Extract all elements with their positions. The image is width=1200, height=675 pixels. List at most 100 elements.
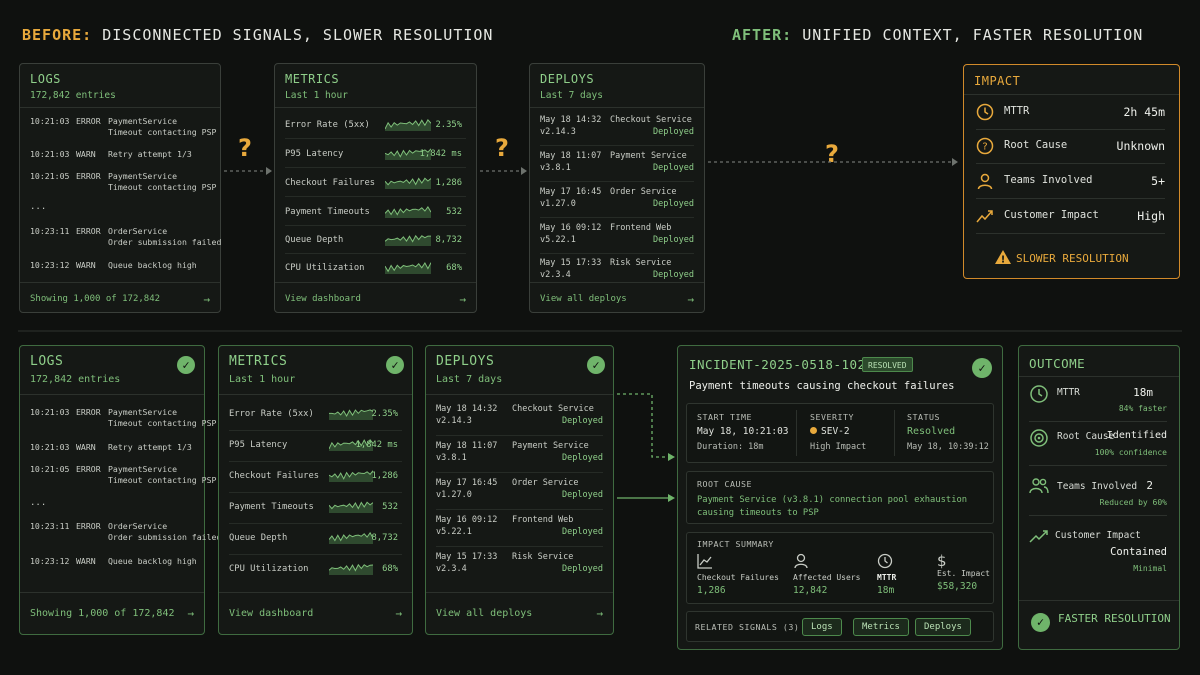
panel-subtitle: Last 7 days bbox=[540, 90, 603, 101]
outcome-row-customer: Customer Impact Contained Minimal bbox=[1029, 516, 1167, 588]
related-signal-deploys[interactable]: Deploys bbox=[915, 618, 971, 636]
incident-id: INCIDENT-2025-0518-1021 bbox=[689, 357, 874, 372]
deploy-row[interactable]: May 17 16:45 v1.27.0 Order Service Deployed bbox=[436, 473, 603, 510]
related-signals-label: RELATED SIGNALS (3) bbox=[695, 622, 800, 632]
related-signal-metrics[interactable]: Metrics bbox=[853, 618, 909, 636]
deploy-row[interactable]: May 17 16:45 v1.27.0 Order Service Deployed bbox=[540, 182, 694, 218]
metric-row[interactable]: CPU Utilization 68% bbox=[285, 254, 466, 282]
question-mark-icon: ? bbox=[825, 140, 839, 168]
arrow-right-icon: → bbox=[596, 607, 603, 620]
metric-row[interactable]: Queue Depth 8,732 bbox=[285, 226, 466, 254]
log-entry[interactable]: 10:23:11 ERROR OrderService Order submissio… bbox=[30, 521, 221, 543]
question-circle-icon: ? bbox=[976, 137, 994, 155]
sparkline bbox=[385, 205, 431, 218]
logs-panel-before: LOGS 172,842 entries 10:21:03 ERROR Paymen… bbox=[19, 63, 221, 313]
severity-desc: High Impact bbox=[810, 442, 867, 452]
log-entry[interactable]: 10:23:12 WARN Queue backlog high bbox=[30, 556, 198, 567]
impact-item: $ Est. Impact $58,320 bbox=[937, 553, 995, 592]
logs-footer-link[interactable]: Showing 1,000 of 172,842 → bbox=[30, 293, 210, 306]
incident-details-box: START TIME May 18, 10:21:03 Duration: 18… bbox=[686, 403, 994, 463]
duration: Duration: 18m bbox=[697, 442, 764, 452]
clock-icon bbox=[976, 103, 994, 121]
panel-title: DEPLOYS bbox=[540, 72, 595, 86]
log-entry[interactable]: 10:23:11 ERROR OrderService Order submissio… bbox=[30, 226, 221, 248]
impact-footer: ! SLOWER RESOLUTION bbox=[994, 249, 1129, 266]
deploy-row[interactable]: May 15 17:33 v2.3.4 Risk Service Deployed bbox=[540, 253, 694, 289]
panel-subtitle: Last 1 hour bbox=[229, 374, 296, 385]
severity-value: SEV-2 bbox=[810, 426, 850, 437]
metric-row[interactable]: Queue Depth 8,732 bbox=[229, 524, 402, 555]
log-entry[interactable]: 10:21:05 ERROR PaymentService Timeout conta… bbox=[30, 464, 216, 486]
log-entry[interactable]: 10:21:05 ERROR PaymentService Timeout conta… bbox=[30, 171, 216, 193]
logs-panel-after: LOGS 172,842 entries ✓ 10:21:03 ERROR Paym… bbox=[19, 345, 221, 635]
deploy-row[interactable]: May 18 11:07 v3.8.1 Payment Service Deploye… bbox=[436, 436, 603, 473]
panel-subtitle: Last 7 days bbox=[436, 374, 503, 385]
deploy-row[interactable]: May 15 17:33 v2.3.4 Risk Service Deployed bbox=[436, 547, 603, 584]
arrow-right-icon: → bbox=[203, 293, 210, 306]
deploy-row[interactable]: May 18 14:32 v2.14.3 Checkout Service Deplo… bbox=[540, 110, 694, 146]
panel-title: IMPACT bbox=[974, 74, 1021, 88]
metric-row[interactable]: Error Rate (5xx) 2.35% bbox=[285, 111, 466, 139]
metric-row[interactable]: Payment Timeouts 532 bbox=[285, 198, 466, 226]
status-badge: RESOLVED bbox=[862, 357, 913, 372]
severity-dot-icon bbox=[810, 427, 817, 434]
log-ellipsis: ... bbox=[30, 202, 47, 212]
outcome-row-mttr: MTTR 18m 84% faster bbox=[1029, 378, 1167, 422]
log-entry[interactable]: 10:21:03 WARN Retry attempt 1/3 bbox=[30, 442, 198, 453]
root-cause-box: ROOT CAUSE Payment Service (v3.8.1) conn… bbox=[686, 471, 994, 524]
metric-row[interactable]: Payment Timeouts 532 bbox=[229, 493, 402, 524]
check-circle-icon: ✓ bbox=[386, 356, 404, 374]
outcome-footer: ✓ FASTER RESOLUTION bbox=[1031, 612, 1171, 632]
panel-subtitle: 172,842 entries bbox=[30, 90, 116, 101]
outcome-row-teams: Teams Involved 2 Reduced by 60% bbox=[1029, 466, 1167, 516]
dollar-icon: $ bbox=[937, 552, 947, 570]
start-time: May 18, 10:21:03 bbox=[697, 426, 789, 437]
log-entry[interactable]: 10:23:12 WARN Queue backlog high bbox=[30, 260, 214, 271]
impact-item: Checkout Failures 1,286 bbox=[697, 553, 779, 596]
after-keyword: AFTER: bbox=[732, 26, 793, 44]
metric-row[interactable]: P95 Latency 1,842 ms bbox=[285, 140, 466, 168]
sparkline bbox=[385, 262, 431, 274]
metric-row[interactable]: Error Rate (5xx) 2.35% bbox=[229, 400, 402, 431]
metrics-footer-link[interactable]: View dashboard → bbox=[229, 607, 402, 620]
log-entry[interactable]: 10:21:03 ERROR PaymentService Timeout conta… bbox=[30, 407, 216, 429]
metrics-panel-after: METRICS Last 1 hour ✓ Error Rate (5xx) 2.… bbox=[218, 345, 413, 635]
target-icon bbox=[1030, 429, 1048, 447]
after-header: AFTER: UNIFIED CONTEXT, FASTER RESOLUTIO… bbox=[732, 26, 1143, 44]
status-value: Resolved bbox=[907, 426, 956, 437]
log-entry[interactable]: 10:21:03 ERROR PaymentService Timeout conta… bbox=[30, 116, 216, 138]
log-entry[interactable]: 10:21:03 WARN Retry attempt 1/3 bbox=[30, 149, 214, 160]
panel-title: METRICS bbox=[285, 72, 340, 86]
log-ellipsis: ... bbox=[30, 498, 47, 508]
metric-row[interactable]: Checkout Failures 1,286 bbox=[285, 169, 466, 197]
metric-row[interactable]: P95 Latency 1,842 ms bbox=[229, 431, 402, 462]
warning-icon: ! bbox=[995, 250, 1011, 266]
check-circle-icon: ✓ bbox=[972, 358, 992, 378]
metric-row[interactable]: Checkout Failures 1,286 bbox=[229, 462, 402, 493]
metrics-panel-before: METRICS Last 1 hour Error Rate (5xx) 2.35… bbox=[274, 63, 477, 313]
deploys-footer-link[interactable]: View all deploys → bbox=[540, 293, 694, 306]
deploys-panel-after: DEPLOYS Last 7 days ✓ May 18 14:32 v2.14.… bbox=[425, 345, 614, 635]
users-icon bbox=[1029, 478, 1049, 494]
deploy-row[interactable]: May 18 11:07 v3.8.1 Payment Service Deploye… bbox=[540, 146, 694, 182]
metric-row[interactable]: CPU Utilization 68% bbox=[229, 555, 402, 586]
arrow-right-icon: → bbox=[459, 293, 466, 306]
sparkline bbox=[385, 177, 431, 189]
deploy-row[interactable]: May 18 14:32 v2.14.3 Checkout Service Deplo… bbox=[436, 399, 603, 436]
sparkline bbox=[329, 563, 373, 575]
outcome-panel: OUTCOME MTTR 18m 84% faster Root Cause I… bbox=[1018, 345, 1180, 650]
root-cause-text-2: causing timeouts to PSP bbox=[697, 508, 819, 518]
clock-icon bbox=[877, 553, 893, 569]
check-circle-icon: ✓ bbox=[587, 356, 605, 374]
metrics-footer-link[interactable]: View dashboard → bbox=[285, 293, 466, 306]
panel-subtitle: 172,842 entries bbox=[30, 374, 121, 385]
related-signal-logs[interactable]: Logs bbox=[802, 618, 842, 636]
logs-footer-link[interactable]: Showing 1,000 of 172,842 → bbox=[30, 607, 194, 620]
deploy-row[interactable]: May 16 09:12 v5.22.1 Frontend Web Deployed bbox=[436, 510, 603, 547]
clock-icon bbox=[1030, 385, 1048, 403]
incident-summary: Payment timeouts causing checkout failur… bbox=[689, 380, 955, 392]
question-mark-icon: ? bbox=[495, 134, 509, 162]
deploy-row[interactable]: May 16 09:12 v5.22.1 Frontend Web Deployed bbox=[540, 218, 694, 254]
deploys-footer-link[interactable]: View all deploys → bbox=[436, 607, 603, 620]
user-icon bbox=[794, 553, 808, 569]
